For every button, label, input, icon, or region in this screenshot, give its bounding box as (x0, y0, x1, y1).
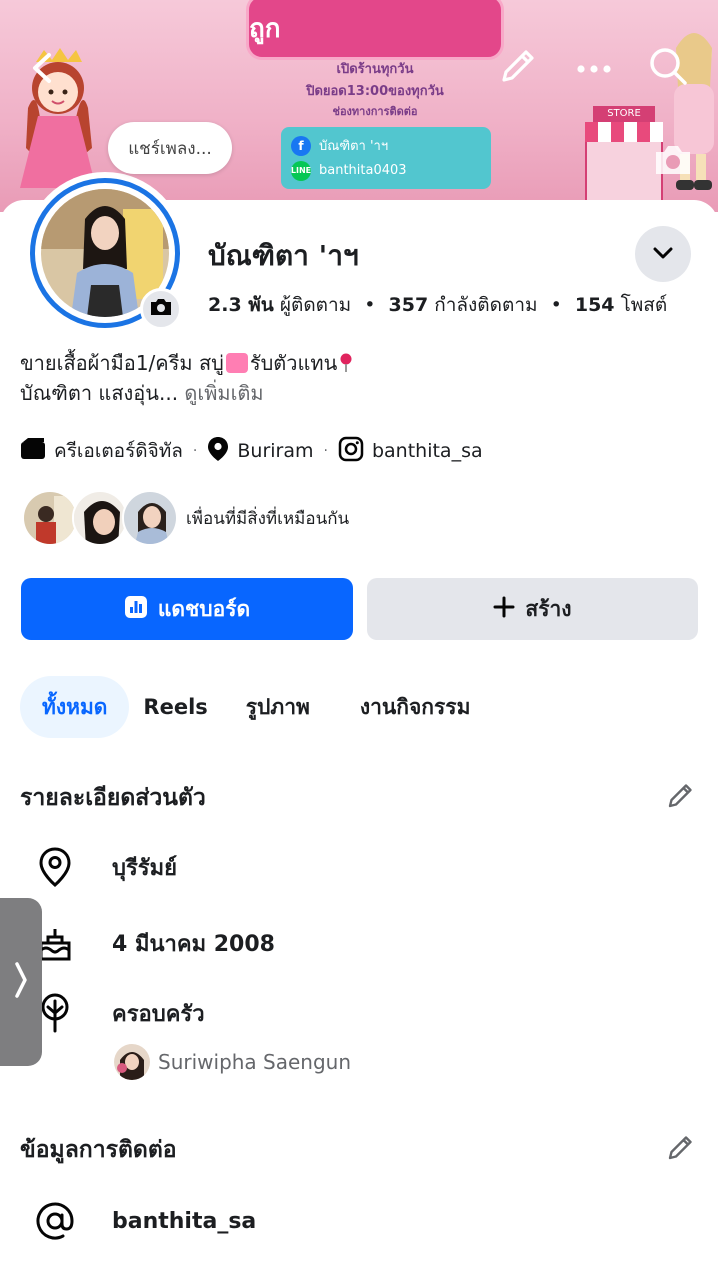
cover-contact-box: f บัณฑิตา 'าฯ LINE banthita0403 (281, 127, 491, 189)
create-button[interactable]: สร้าง (367, 578, 698, 640)
meta-category: ครีเอเตอร์ดิจิทัล (20, 436, 183, 466)
followers-stat[interactable]: 2.3 พัน ผู้ติดตาม (208, 294, 351, 316)
see-more-link[interactable]: ดูเพิ่มเติม (184, 381, 263, 405)
profile-tabs: ทั้งหมด Reels รูปภาพ งานกิจกรรม (20, 676, 492, 738)
cover-text-open: เปิดร้านทุกวัน (336, 62, 414, 77)
cover-contact-line: banthita0403 (319, 163, 407, 178)
family-member-name: Suriwipha Saengun (158, 1050, 352, 1074)
pencil-icon (498, 46, 538, 90)
following-stat[interactable]: 357 กำลังติดตาม (389, 294, 538, 316)
stat-separator: • (550, 294, 562, 316)
contact-info-title: ข้อมูลการติดต่อ (20, 1137, 177, 1163)
mutual-friends-label: เพื่อนที่มีสิ่งที่เหมือนกัน (186, 508, 350, 529)
profile-stats: 2.3 พัน ผู้ติดตาม • 357 กำลังติดตาม • 15… (208, 290, 667, 320)
cover-text-contact: ช่องทางการติดต่อ (332, 105, 418, 118)
family-member-avatar (114, 1044, 150, 1080)
tab-all[interactable]: ทั้งหมด (20, 676, 130, 738)
contact-instagram-row[interactable]: banthita_sa (34, 1200, 256, 1242)
instagram-icon (338, 436, 364, 467)
stat-separator: • (364, 294, 376, 316)
edit-personal-details-button[interactable] (662, 778, 700, 816)
back-button[interactable] (20, 46, 64, 90)
chevron-right-icon (13, 960, 29, 1004)
hometown-row: บุรีรัมย์ (34, 846, 177, 888)
chevron-down-icon (652, 245, 674, 264)
search-icon (648, 46, 688, 90)
store-sign: STORE (593, 106, 655, 122)
more-options-button[interactable] (572, 46, 616, 90)
cover-camera-button[interactable] (652, 142, 694, 178)
profile-meta: ครีเอเตอร์ดิจิทัล · Buriram · banthita_s… (20, 436, 483, 466)
pencil-icon (666, 780, 696, 814)
family-member[interactable]: Suriwipha Saengun (114, 1044, 351, 1080)
mutual-friend-avatar (72, 490, 128, 546)
meta-separator: · (323, 443, 328, 459)
birthday-text: 4 มีนาคม 2008 (112, 931, 275, 957)
bar-chart-icon (124, 595, 148, 624)
meta-location: Buriram (207, 436, 314, 467)
bio-text: บัณฑิตา แสงอุ่น... (20, 381, 179, 405)
line-icon: LINE (291, 160, 311, 181)
family-label: ครอบครัว (112, 1001, 205, 1027)
tab-photos[interactable]: รูปภาพ (224, 676, 338, 738)
facebook-icon: f (291, 135, 311, 156)
pin-icon (339, 351, 353, 372)
cover-text-cutoff: ปิดยอด13:00ของทุกวัน (306, 84, 444, 99)
cover-contact-facebook: บัณฑิตา 'าฯ (319, 139, 389, 154)
avatar-camera-button[interactable] (140, 288, 182, 330)
meta-instagram[interactable]: banthita_sa (338, 436, 483, 467)
search-button[interactable] (646, 46, 690, 90)
tab-reels[interactable]: Reels (129, 676, 223, 738)
location-pin-icon (34, 846, 76, 888)
hometown-text: บุรีรัมย์ (112, 855, 177, 881)
side-panel-handle[interactable] (0, 898, 42, 1066)
profile-dropdown-button[interactable] (635, 226, 691, 282)
edit-contact-info-button[interactable] (662, 1130, 700, 1168)
more-horizontal-icon (576, 59, 612, 78)
plus-icon (493, 596, 515, 623)
posts-stat[interactable]: 154 โพสต์ (575, 294, 667, 316)
cover-banner: สินค้าดี น่ารัก ราคาถูก (246, 0, 504, 60)
edit-cover-button[interactable] (496, 46, 540, 90)
profile-bio: ขายเสื้อผ้ามือ1/ครีม สบู่ รับตัวแทน บัณฑิ… (20, 348, 700, 408)
tab-events[interactable]: งานกิจกรรม (338, 676, 493, 738)
contact-instagram-text: banthita_sa (112, 1208, 257, 1234)
location-pin-icon (207, 436, 229, 467)
shopping-bag-icon (225, 353, 248, 373)
bio-text: รับตัวแทน (249, 351, 338, 375)
mutual-friend-avatar (122, 490, 178, 546)
mutual-friend-avatar (22, 490, 78, 546)
share-song-bubble[interactable]: แชร์เพลง... (108, 122, 232, 174)
bio-text: ขายเสื้อผ้ามือ1/ครีม สบู่ (20, 351, 224, 375)
pencil-icon (666, 1132, 696, 1166)
personal-details-title: รายละเอียดส่วนตัว (20, 785, 206, 811)
meta-separator: · (192, 443, 198, 459)
at-sign-icon (34, 1200, 76, 1242)
mutual-friends-row[interactable]: เพื่อนที่มีสิ่งที่เหมือนกัน (22, 490, 349, 546)
dashboard-button[interactable]: แดชบอร์ด (21, 578, 353, 640)
camera-icon (652, 146, 694, 182)
profile-name: บัณฑิตา 'าฯ (208, 239, 359, 272)
create-label: สร้าง (525, 596, 572, 621)
camera-icon (149, 297, 173, 321)
clapperboard-icon (20, 437, 46, 465)
dashboard-label: แดชบอร์ด (157, 596, 251, 621)
